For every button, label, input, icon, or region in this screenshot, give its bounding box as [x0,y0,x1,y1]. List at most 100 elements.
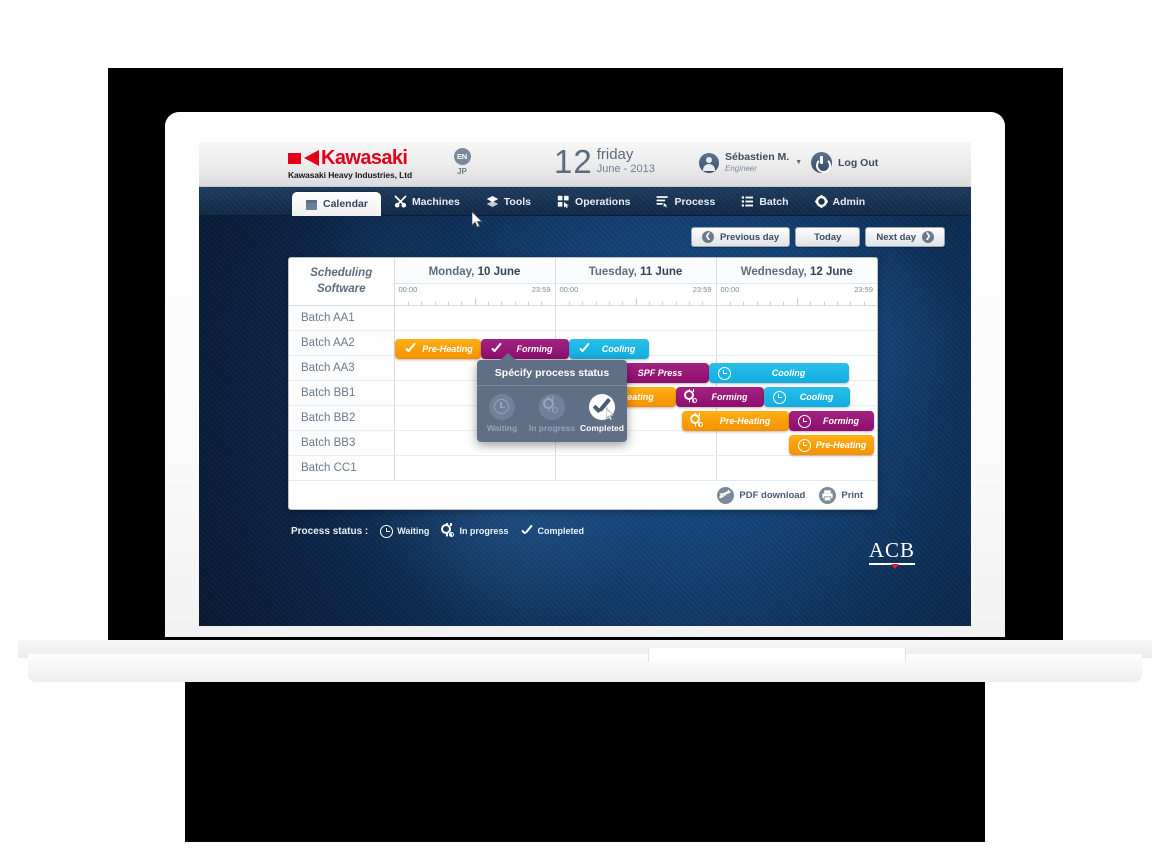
process-status-popup[interactable]: Spécify process status Waiting In progre… [477,353,627,442]
day-header-0[interactable]: Monday, 10 June [394,258,556,285]
batch-label[interactable]: Batch BB2 [289,405,395,432]
lane-cell[interactable] [555,455,717,482]
acb-logo: ACB [868,540,915,568]
logout-label: Log Out [838,156,879,169]
process-bar-label: Pre-Heating [815,440,867,450]
laptop-trackpad-notch [648,648,906,662]
print-label: Print [841,489,863,501]
process-bar-waiting[interactable]: Cooling [764,387,850,407]
power-icon [811,152,832,173]
nav-item-label: Tools [503,195,532,208]
process-bar-inprogress[interactable]: Pre-Heating [682,411,789,431]
user-menu[interactable]: Sébastien M. Engineer ▼ [699,151,802,173]
pdf-download-button[interactable]: PDF download [717,486,805,504]
table-corner-label: Scheduling Software [289,258,395,307]
process-bar-label: Forming [823,416,859,426]
process-bar-completed[interactable]: Cooling [569,339,649,359]
legend-item-inprogress: In progress [441,522,509,538]
language-en-badge[interactable]: EN [453,148,471,165]
lane-cell[interactable] [716,455,877,482]
process-bar-label: Cooling [771,368,806,378]
popup-option-in-progress[interactable]: In progress [528,394,576,433]
nav-item-label: Batch [759,195,789,208]
nav-item-process[interactable]: Process [643,187,728,216]
clock-icon [772,390,786,404]
table-row: Batch CC1 [289,455,877,482]
scheduling-panel: Scheduling Software Monday, 10 June Tues… [288,257,878,510]
batch-label[interactable]: Batch AA1 [289,305,395,332]
popup-option-label: In progress [528,423,576,433]
process-bar-completed[interactable]: Pre-Heating [395,339,481,359]
day-header-2[interactable]: Wednesday, 12 June [716,258,877,285]
process-bar-completed[interactable]: Forming [481,339,569,359]
chevron-down-icon[interactable]: ▼ [795,159,802,166]
lane-cell[interactable] [716,330,877,357]
nav-item-batch[interactable]: Batch [728,187,801,216]
batch-label[interactable]: Batch BB3 [289,430,395,457]
lane-cell[interactable] [394,305,556,332]
legend-title: Process status : [291,525,369,537]
tick-marks [556,298,716,306]
popup-option-label: Waiting [486,423,518,433]
panel-footer: PDF download Print [289,480,877,509]
logout-button[interactable]: Log Out [811,152,878,173]
popup-option-completed[interactable]: Completed [578,394,626,433]
time-axis-1: 00:00 23:59 [555,283,717,307]
mouse-cursor-icon [606,408,615,421]
laptop-base-bottom [28,654,1142,682]
time-axis-0: 00:00 23:59 [394,283,556,307]
kawasaki-bars-icon [288,152,301,164]
kawasaki-logo: Kawasaki Kawasaki Heavy Industries, Ltd [288,148,433,180]
clock-icon [380,524,394,538]
list-cursor-icon [656,195,670,209]
language-jp-link[interactable]: JP [449,167,475,176]
tick-marks [395,298,555,306]
gear-icon [814,195,828,208]
print-button[interactable]: Print [819,486,863,504]
legend-label: In progress [459,526,509,536]
legend-label: Waiting [397,526,430,536]
list-icon [741,195,754,208]
kawasaki-logo-mark: Kawasaki [288,148,433,168]
today-label: Today [814,231,842,243]
check-icon [520,525,533,538]
lane-cell[interactable] [394,455,556,482]
process-bar-waiting[interactable]: Forming [789,411,874,431]
brand-name: Kawasaki [321,147,408,169]
popup-options: Waiting In progress Completed [477,386,627,433]
clock-icon [797,438,811,452]
nav-item-label: Process [674,195,716,208]
process-bar-label: SPF Press [637,368,683,378]
process-bar-label: Pre-Heating [719,416,771,426]
calendar-icon [305,198,318,211]
batch-label[interactable]: Batch BB1 [289,380,395,407]
next-day-button[interactable]: Next day ❯ [865,227,945,247]
kawasaki-arrow-icon [304,150,319,166]
process-bar-waiting[interactable]: Cooling [709,363,849,383]
batch-label[interactable]: Batch CC1 [289,455,395,482]
nav-item-machines[interactable]: Machines [381,187,473,216]
tick-marks [717,298,878,306]
pdf-icon [717,486,735,504]
lane-cell[interactable] [555,305,717,332]
process-bar-inprogress[interactable]: Forming [676,387,764,407]
process-bar-waiting[interactable]: Pre-Heating [789,435,874,455]
nav-item-operations[interactable]: Operations [544,187,643,216]
time-axis-2: 00:00 23:59 [716,283,878,307]
nav-item-label: Operations [575,195,631,208]
avatar [699,152,719,173]
gear-icon [690,412,704,428]
language-switcher[interactable]: EN JP [449,148,475,176]
nav-item-admin[interactable]: Admin [802,187,879,216]
day-header-1[interactable]: Tuesday, 11 June [555,258,717,285]
lane-cell[interactable] [716,305,877,332]
legend-label: Completed [537,526,584,536]
popup-option-waiting[interactable]: Waiting [478,394,526,433]
previous-day-button[interactable]: ❮ Previous day [690,227,791,247]
today-button[interactable]: Today [795,227,861,247]
batch-label[interactable]: Batch AA3 [289,355,395,382]
layers-icon [486,195,499,208]
user-role: Engineer [725,163,758,173]
nav-item-calendar[interactable]: Calendar [292,192,381,216]
batch-label[interactable]: Batch AA2 [289,330,395,357]
